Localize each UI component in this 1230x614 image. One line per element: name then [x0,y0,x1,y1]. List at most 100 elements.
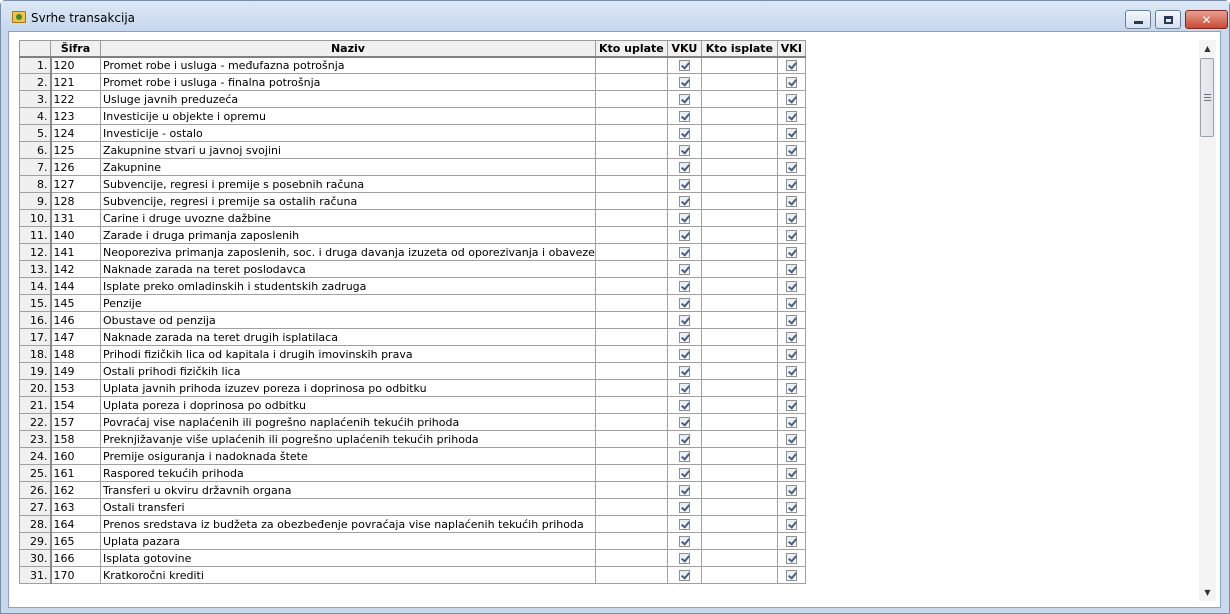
cell-kto-uplate[interactable] [594,158,668,176]
cell-name[interactable]: Zakupnine [100,158,596,176]
cell-kto-isplate[interactable] [700,515,778,533]
table-row[interactable]: 1. 120 Promet robe i usluga - međufazna po… [19,56,806,74]
cell-kto-isplate[interactable] [700,226,778,244]
table-row[interactable]: 18. 148 Prihodi fizičkih lica od kapitala … [19,345,806,363]
table-row[interactable]: 12. 141 Neoporeziva primanja zaposlenih, s… [19,243,806,261]
title-bar[interactable]: Svrhe transakcija ✕ [1,1,1229,31]
vki-checkbox[interactable] [785,110,797,122]
vku-checkbox[interactable] [678,365,690,377]
vku-checkbox[interactable] [678,382,690,394]
cell-kto-isplate[interactable] [700,328,778,346]
cell-kto-isplate[interactable] [700,209,778,227]
cell-kto-uplate[interactable] [594,549,668,567]
table-row[interactable]: 16. 146 Obustave od penzija [19,311,806,329]
cell-kto-isplate[interactable] [700,277,778,295]
cell-kto-uplate[interactable] [594,90,668,108]
vku-checkbox[interactable] [678,450,690,462]
table-row[interactable]: 2. 121 Promet robe i usluga - finalna potr… [19,73,806,91]
table-row[interactable]: 29. 165 Uplata pazara [19,532,806,550]
cell-code[interactable]: 127 [50,175,101,193]
cell-kto-isplate[interactable] [700,430,778,448]
vku-checkbox[interactable] [678,161,690,173]
cell-code[interactable]: 163 [50,498,101,516]
vki-checkbox[interactable] [785,195,797,207]
cell-code[interactable]: 146 [50,311,101,329]
cell-code[interactable]: 142 [50,260,101,278]
cell-name[interactable]: Uplata poreza i doprinosa po odbitku [100,396,596,414]
cell-name[interactable]: Promet robe i usluga - finalna potrošnja [100,73,596,91]
vku-checkbox[interactable] [678,110,690,122]
table-row[interactable]: 15. 145 Penzije [19,294,806,312]
table-row[interactable]: 6. 125 Zakupnine stvari u javnoj svojini [19,141,806,159]
column-header-name[interactable]: Naziv [100,40,596,58]
vku-checkbox[interactable] [678,416,690,428]
cell-name[interactable]: Prenos sredstava iz budžeta za obezbeđen… [100,515,596,533]
cell-kto-isplate[interactable] [700,90,778,108]
cell-code[interactable]: 162 [50,481,101,499]
cell-code[interactable]: 160 [50,447,101,465]
cell-code[interactable]: 144 [50,277,101,295]
cell-kto-uplate[interactable] [594,532,668,550]
cell-code[interactable]: 126 [50,158,101,176]
cell-kto-uplate[interactable] [594,362,668,380]
vki-checkbox[interactable] [785,365,797,377]
vku-checkbox[interactable] [678,535,690,547]
cell-name[interactable]: Uplata pazara [100,532,596,550]
cell-kto-uplate[interactable] [594,175,668,193]
vki-checkbox[interactable] [785,297,797,309]
cell-name[interactable]: Zakupnine stvari u javnoj svojini [100,141,596,159]
vku-checkbox[interactable] [678,229,690,241]
cell-kto-uplate[interactable] [594,260,668,278]
table-row[interactable]: 7. 126 Zakupnine [19,158,806,176]
cell-kto-isplate[interactable] [700,566,778,584]
vku-checkbox[interactable] [678,518,690,530]
vku-checkbox[interactable] [678,93,690,105]
close-button[interactable]: ✕ [1185,10,1228,29]
column-header-vki[interactable]: VKI [776,40,806,58]
vki-checkbox[interactable] [785,314,797,326]
cell-name[interactable]: Raspored tekućih prihoda [100,464,596,482]
cell-code[interactable]: 161 [50,464,101,482]
cell-code[interactable]: 131 [50,209,101,227]
cell-name[interactable]: Subvencije, regresi i premije s posebnih… [100,175,596,193]
cell-code[interactable]: 148 [50,345,101,363]
cell-kto-isplate[interactable] [700,107,778,125]
cell-code[interactable]: 153 [50,379,101,397]
vki-checkbox[interactable] [785,501,797,513]
scroll-up-icon[interactable]: ▲ [1199,40,1216,57]
cell-kto-isplate[interactable] [700,481,778,499]
column-header-vku[interactable]: VKU [666,40,702,58]
cell-kto-uplate[interactable] [594,56,668,74]
table-row[interactable]: 25. 161 Raspored tekućih prihoda [19,464,806,482]
table-row[interactable]: 5. 124 Investicije - ostalo [19,124,806,142]
cell-code[interactable]: 145 [50,294,101,312]
cell-name[interactable]: Neoporeziva primanja zaposlenih, soc. i … [100,243,596,261]
vki-checkbox[interactable] [785,433,797,445]
cell-kto-isplate[interactable] [700,260,778,278]
cell-name[interactable]: Promet robe i usluga - međufazna potrošn… [100,56,596,74]
vki-checkbox[interactable] [785,59,797,71]
vki-checkbox[interactable] [785,416,797,428]
table-row[interactable]: 13. 142 Naknade zarada na teret poslodavca [19,260,806,278]
cell-name[interactable]: Obustave od penzija [100,311,596,329]
table-row[interactable]: 19. 149 Ostali prihodi fizičkih lica [19,362,806,380]
cell-kto-isplate[interactable] [700,311,778,329]
vki-checkbox[interactable] [785,246,797,258]
vku-checkbox[interactable] [678,331,690,343]
vku-checkbox[interactable] [678,552,690,564]
vku-checkbox[interactable] [678,76,690,88]
vku-checkbox[interactable] [678,399,690,411]
cell-kto-isplate[interactable] [700,243,778,261]
cell-kto-uplate[interactable] [594,124,668,142]
vku-checkbox[interactable] [678,433,690,445]
vki-checkbox[interactable] [785,450,797,462]
vki-checkbox[interactable] [785,76,797,88]
vku-checkbox[interactable] [678,484,690,496]
cell-kto-isplate[interactable] [700,396,778,414]
table-row[interactable]: 20. 153 Uplata javnih prihoda izuzev porez… [19,379,806,397]
cell-kto-isplate[interactable] [700,413,778,431]
table-row[interactable]: 21. 154 Uplata poreza i doprinosa po odbit… [19,396,806,414]
vki-checkbox[interactable] [785,229,797,241]
table-row[interactable]: 31. 170 Kratkoročni krediti [19,566,806,584]
cell-kto-uplate[interactable] [594,481,668,499]
